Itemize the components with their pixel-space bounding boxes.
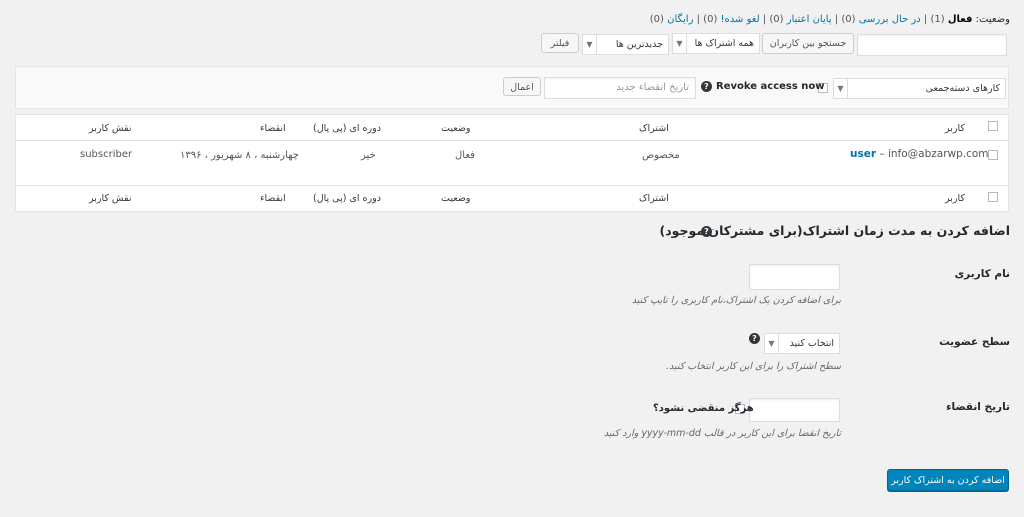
status-expired-link[interactable]: پایان اعتبار	[787, 14, 832, 25]
chevron-down-icon: ▼	[765, 334, 779, 353]
column-footer-status[interactable]: وضعیت	[441, 193, 470, 204]
help-icon[interactable]: ?	[749, 333, 760, 344]
username-label: نام کاربری	[954, 268, 1010, 280]
column-footer-role[interactable]: نقش کاربر	[89, 193, 131, 204]
column-footer-period[interactable]: دوره ای (پی پال)	[313, 193, 381, 204]
column-header-role[interactable]: نقش کاربر	[89, 123, 131, 134]
row-status: فعال	[455, 150, 475, 161]
level-description: سطح اشتراک را برای این کاربر انتخاب کنید…	[666, 361, 841, 372]
username-description: برای اضافه کردن یک اشتراک،نام کاربری را …	[631, 295, 841, 306]
column-footer-subscription[interactable]: اشتراک	[639, 193, 669, 204]
status-active-link[interactable]: فعال	[948, 14, 973, 25]
status-pending-count: (0)	[841, 14, 856, 25]
chevron-down-icon: ▼	[583, 35, 597, 54]
subscriptions-select[interactable]: همه اشتراک ها ▼	[672, 33, 760, 54]
row-checkbox[interactable]	[988, 150, 998, 160]
column-header-expiry[interactable]: انقضاء	[260, 123, 286, 134]
chevron-down-icon: ▼	[673, 34, 687, 53]
add-subscription-button[interactable]: اضافه کردن به اشتراک کاربر	[887, 469, 1009, 491]
help-icon[interactable]: ?	[701, 81, 712, 92]
status-cancelled-count: (0)	[703, 14, 718, 25]
user-link[interactable]: user	[850, 148, 876, 160]
column-footer-expiry[interactable]: انقضاء	[260, 193, 286, 204]
status-expired-count: (0)	[769, 14, 784, 25]
status-free-count: (0)	[649, 14, 664, 25]
form-title: اضافه کردن به مدت زمان اشتراک(برای مشترک…	[659, 223, 1011, 238]
never-expire-label: هرگز منقضی نشود؟	[653, 403, 754, 414]
order-select-value: جدیدترین ها	[615, 39, 663, 50]
level-select-value: انتخاب کنید	[789, 338, 834, 349]
user-email: – info@abzarwp.com	[879, 148, 989, 160]
chevron-down-icon: ▼	[834, 79, 848, 98]
order-select[interactable]: جدیدترین ها ▼	[582, 34, 669, 55]
apply-button[interactable]: اعمال	[503, 77, 541, 96]
row-subscription: مخصوص	[642, 150, 680, 161]
table-divider	[16, 185, 1008, 186]
subscriptions-select-value: همه اشتراک ها	[694, 38, 754, 49]
status-filter-label: وضعیت:	[975, 14, 1010, 25]
status-free-link[interactable]: رایگان	[667, 14, 693, 25]
bulk-actions-select-value: کارهای دسته‌جمعی	[925, 83, 1000, 94]
help-icon[interactable]: ?	[701, 226, 712, 237]
table-divider	[16, 140, 1008, 141]
table-row-user: user – info@abzarwp.com	[850, 148, 989, 160]
revoke-access-label: Revoke access now	[716, 81, 825, 92]
select-all-checkbox[interactable]	[988, 121, 998, 131]
expiry-description: تاریخ انقضا برای این کاربر در قالب yyyy-…	[603, 428, 841, 439]
level-select[interactable]: انتخاب کنید ▼	[764, 333, 840, 354]
filter-button[interactable]: فیلتر	[541, 33, 579, 53]
column-header-subscription[interactable]: اشتراک	[639, 123, 669, 134]
row-period: خیر	[361, 150, 376, 161]
column-header-user[interactable]: کاربر	[945, 123, 965, 134]
expiry-label: تاریخ انقضاء	[946, 401, 1010, 413]
status-pending-link[interactable]: در حال بررسی	[859, 14, 921, 25]
column-footer-user[interactable]: کاربر	[945, 193, 965, 204]
row-role: subscriber	[80, 149, 133, 160]
status-filter: وضعیت: فعال (1) | در حال بررسی (0) | پای…	[649, 14, 1010, 25]
new-expiry-date-placeholder: تاریخ انقضاء جدید	[616, 82, 689, 93]
new-expiry-date-input[interactable]: تاریخ انقضاء جدید	[544, 77, 696, 99]
select-all-footer-checkbox[interactable]	[988, 192, 998, 202]
username-input[interactable]	[749, 264, 840, 290]
row-expiry: چهارشنبه ، ۸ شهریور ، ۱۳۹۶	[180, 150, 299, 161]
column-header-status[interactable]: وضعیت	[441, 123, 470, 134]
search-input[interactable]	[857, 34, 1007, 56]
column-header-period[interactable]: دوره ای (پی پال)	[313, 123, 381, 134]
status-active-count: (1)	[930, 14, 945, 25]
expiry-date-input[interactable]	[749, 398, 840, 422]
bulk-actions-select[interactable]: کارهای دسته‌جمعی ▼	[833, 78, 1006, 99]
level-label: سطح عضویت	[939, 336, 1010, 348]
search-users-button[interactable]: جستجو بین کاربران	[762, 33, 854, 54]
status-cancelled-link[interactable]: لغو شده!	[721, 14, 760, 25]
subscribers-table	[15, 114, 1009, 212]
